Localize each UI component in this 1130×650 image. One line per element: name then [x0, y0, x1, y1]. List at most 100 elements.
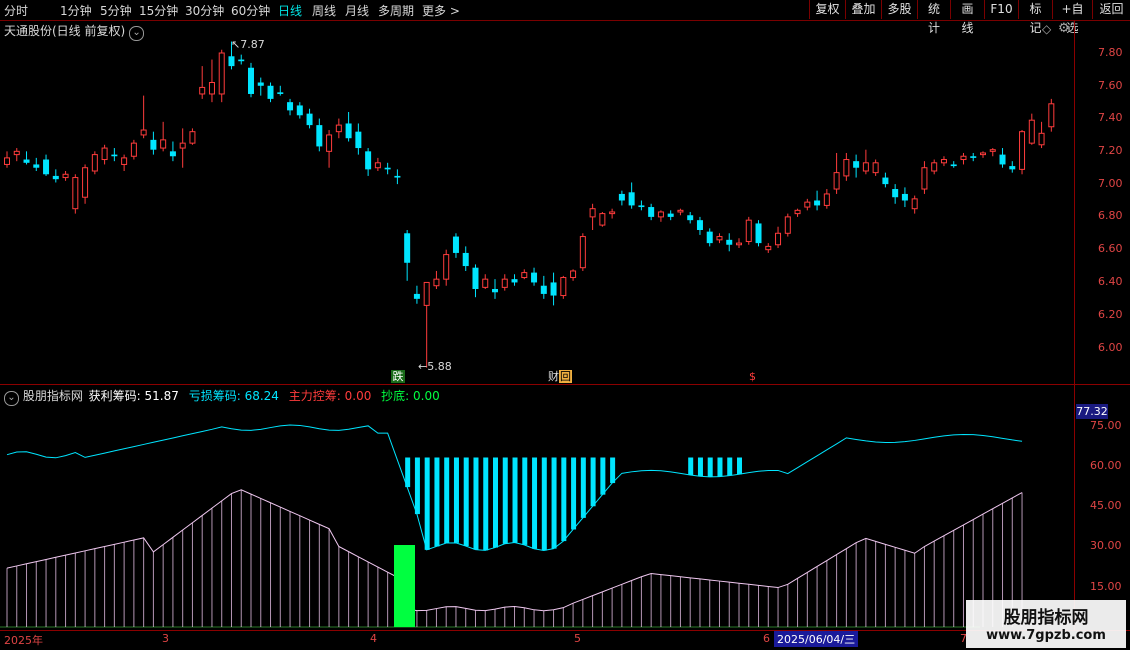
time-label: 3 — [162, 632, 169, 645]
tab-weekly[interactable]: 周线 — [312, 2, 336, 19]
tab-15min[interactable]: 15分钟 — [139, 2, 178, 19]
candle-body-down — [853, 161, 860, 168]
candle-body-down — [394, 175, 401, 178]
candle-body-up — [326, 134, 333, 152]
candle-body-down — [814, 200, 821, 206]
candle-body-down — [638, 205, 645, 208]
candle-body-up — [736, 242, 742, 246]
candle-body-up — [199, 86, 206, 95]
loss-bar — [610, 457, 616, 484]
watermark-logo: 股朋指标网 www.7gpzb.com — [966, 600, 1126, 648]
mark-button[interactable]: 标记 — [1018, 0, 1052, 35]
tab-1min[interactable]: 1分钟 — [60, 2, 92, 19]
indicator-tick: 60.00 — [1090, 459, 1122, 472]
candle-body-up — [82, 167, 89, 198]
drawing-button[interactable]: 画线 — [950, 0, 984, 35]
candle-body-up — [560, 277, 567, 297]
candle-body-down — [287, 102, 294, 111]
loss-bar — [561, 457, 567, 542]
candle-body-up — [911, 198, 918, 210]
chip-indicator-chart[interactable] — [0, 400, 1074, 630]
loss-bar — [541, 457, 547, 551]
candle-body-down — [726, 239, 733, 245]
loss-bar — [571, 457, 577, 530]
dollar-marker[interactable]: $ — [749, 370, 756, 383]
candle-body-up — [521, 272, 528, 279]
candle-body-down — [33, 164, 40, 168]
finance-marker[interactable]: 财回 — [548, 370, 572, 383]
candle-body-down — [384, 167, 391, 170]
candle-body-down — [296, 105, 303, 116]
drop-marker[interactable]: 跌 — [391, 370, 405, 383]
price-tick: 7.00 — [1098, 177, 1123, 190]
loss-bar — [707, 457, 713, 477]
candle-body-up — [62, 173, 69, 179]
candle-body-down — [228, 56, 235, 67]
watermark-title: 股朋指标网 — [1003, 608, 1089, 628]
loss-bar — [502, 457, 508, 544]
price-tick: 7.20 — [1098, 144, 1123, 157]
tab-more[interactable]: 更多 > — [422, 2, 460, 19]
candle-body-down — [892, 189, 899, 198]
cursor-date-label: 2025/06/04/三 — [774, 631, 859, 647]
low-label: 5.88 — [427, 360, 452, 373]
candle-body-up — [482, 278, 489, 288]
candle-body-down — [355, 131, 362, 149]
candlestick-chart[interactable] — [0, 20, 1074, 384]
candle-body-up — [121, 157, 128, 165]
multi-stock-button[interactable]: 多股 — [881, 0, 917, 19]
tab-monthly[interactable]: 月线 — [345, 2, 369, 19]
bottom-fishing-bar — [394, 545, 415, 627]
candle-body-down — [628, 192, 635, 206]
candle-body-down — [696, 220, 703, 230]
candle-body-down — [687, 215, 694, 221]
candle-body-up — [130, 142, 137, 157]
candle-body-down — [970, 156, 977, 158]
back-button[interactable]: 返回 — [1092, 0, 1130, 19]
panel-divider[interactable] — [0, 384, 1130, 385]
candle-body-up — [716, 236, 723, 241]
tab-60min[interactable]: 60分钟 — [231, 2, 270, 19]
overlay-button[interactable]: 叠加 — [845, 0, 881, 19]
price-tick: 7.60 — [1098, 79, 1123, 92]
candle-body-up — [599, 213, 606, 226]
candle-body-up — [784, 216, 791, 234]
candle-body-down — [882, 177, 889, 185]
tab-multi-period[interactable]: 多周期 — [378, 2, 414, 19]
low-annotation: ←5.88 — [418, 360, 452, 373]
candle-body-down — [238, 59, 245, 62]
loss-bar — [453, 457, 459, 543]
candle-body-down — [365, 151, 372, 170]
candle-body-down — [492, 289, 498, 293]
tab-daily[interactable]: 日线 — [278, 2, 302, 19]
add-watchlist-button[interactable]: +自选 — [1052, 0, 1092, 35]
price-tick: 6.20 — [1098, 308, 1123, 321]
candle-body-down — [648, 207, 655, 217]
candle-body-up — [1028, 119, 1035, 144]
candle-body-down — [248, 67, 254, 94]
loss-bar — [414, 457, 420, 515]
candle-body-down — [706, 231, 713, 244]
tab-30min[interactable]: 30分钟 — [185, 2, 224, 19]
candle-body-down — [550, 282, 557, 296]
loss-bar — [688, 457, 694, 475]
statistics-button[interactable]: 统计 — [917, 0, 950, 35]
candle-body-up — [960, 155, 967, 161]
candle-body-down — [472, 267, 479, 289]
restore-rights-button[interactable]: 复权 — [809, 0, 845, 19]
candle-body-down — [511, 279, 518, 283]
f10-button[interactable]: F10 — [984, 0, 1018, 19]
tab-5min[interactable]: 5分钟 — [100, 2, 132, 19]
candle-body-up — [589, 208, 596, 218]
loss-bar — [522, 457, 528, 545]
arrow-icon: ↖ — [231, 38, 241, 51]
candle-body-down — [1009, 166, 1016, 170]
candle-body-up — [872, 162, 879, 174]
indicator-tick: 45.00 — [1090, 499, 1122, 512]
candle-body-up — [677, 209, 684, 213]
candle-body-down — [111, 154, 118, 157]
candle-body-up — [91, 154, 98, 172]
time-label: 4 — [370, 632, 377, 645]
tab-intraday[interactable]: 分时 — [4, 2, 28, 19]
candle-body-up — [823, 193, 830, 206]
